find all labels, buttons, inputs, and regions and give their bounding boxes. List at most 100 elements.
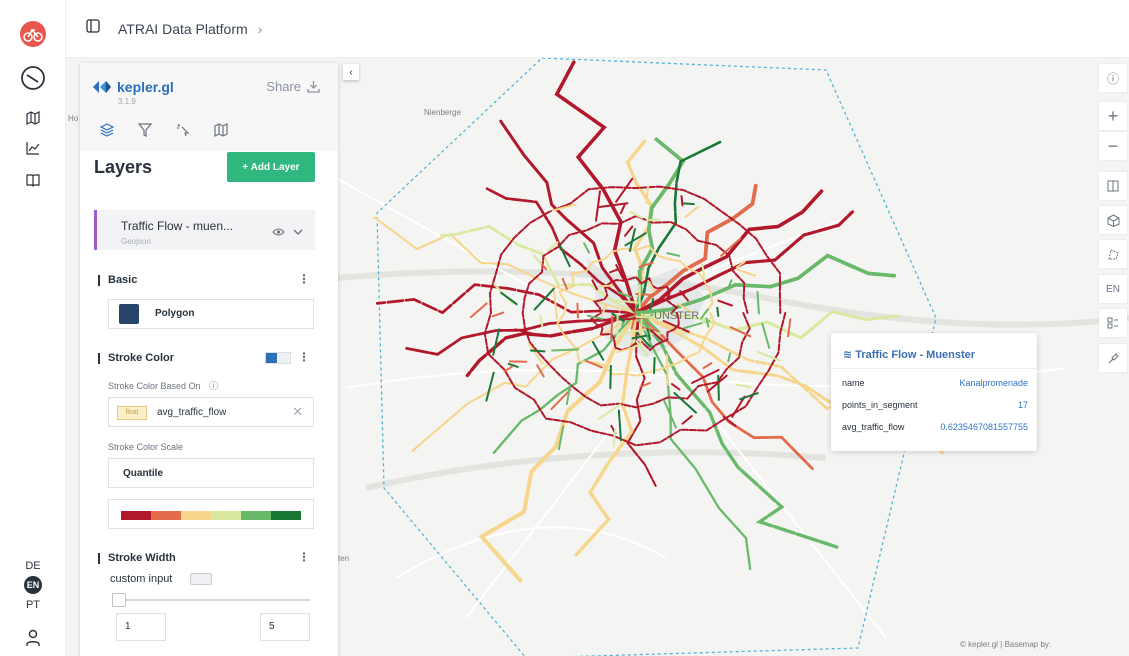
custom-input-toggle[interactable] bbox=[190, 573, 212, 585]
chart-icon[interactable] bbox=[17, 132, 49, 164]
map-language-button[interactable]: EN bbox=[1099, 275, 1127, 303]
street-segment bbox=[598, 403, 622, 420]
tooltip-key: avg_traffic_flow bbox=[842, 422, 905, 432]
street-segment bbox=[717, 299, 733, 307]
street-segment bbox=[583, 242, 590, 254]
tab-basemap-icon[interactable] bbox=[212, 121, 230, 139]
tooltip-value: 0.6235467081557755 bbox=[940, 422, 1028, 432]
street-segment bbox=[736, 268, 757, 277]
road-segment bbox=[634, 189, 824, 315]
layer-type: Geojson bbox=[121, 237, 151, 246]
clear-field-icon[interactable]: ✕ bbox=[292, 404, 303, 420]
color-ramp-swatch bbox=[151, 511, 181, 520]
map-icon[interactable] bbox=[17, 102, 49, 134]
stroke-color-toggle[interactable] bbox=[264, 351, 292, 365]
color-ramp-swatch bbox=[241, 511, 271, 520]
street-segment bbox=[612, 429, 617, 448]
breadcrumb[interactable]: ATRAI Data Platform bbox=[118, 21, 248, 37]
layers-title: Layers bbox=[94, 157, 153, 177]
3d-cube-icon[interactable] bbox=[1099, 206, 1127, 234]
basic-section-title[interactable]: Basic bbox=[98, 275, 137, 286]
street-segment bbox=[671, 383, 681, 391]
street-segment bbox=[683, 202, 695, 206]
book-icon[interactable] bbox=[17, 164, 49, 196]
map-attribution[interactable]: © kepler.gl | Basemap by: bbox=[960, 640, 1051, 649]
gauge-icon[interactable] bbox=[17, 62, 49, 94]
street-segment bbox=[680, 195, 684, 207]
stroke-width-slider-handle[interactable] bbox=[112, 593, 126, 607]
street-segment bbox=[739, 392, 759, 401]
info-icon[interactable]: ⓘ bbox=[209, 381, 218, 391]
tab-interactions-icon[interactable] bbox=[174, 121, 192, 139]
zoom-in-icon[interactable]: + bbox=[1099, 102, 1127, 130]
language-de[interactable]: DE bbox=[22, 557, 44, 575]
layer-type-selector[interactable]: Polygon bbox=[108, 299, 314, 329]
top-bar: ATRAI Data Platform › bbox=[66, 0, 1129, 58]
brush-icon[interactable] bbox=[1099, 344, 1127, 372]
stroke-width-more-icon[interactable]: ⋮ bbox=[298, 550, 310, 564]
split-map-icon[interactable] bbox=[1099, 172, 1127, 200]
stroke-color-more-icon[interactable]: ⋮ bbox=[298, 350, 310, 364]
street-segment bbox=[653, 356, 656, 375]
street-segment bbox=[761, 322, 771, 349]
street-segment bbox=[727, 352, 732, 363]
add-layer-button[interactable]: + Add Layer bbox=[227, 152, 315, 182]
chevron-down-icon[interactable] bbox=[293, 224, 303, 242]
layer-card[interactable]: Traffic Flow - muen... Geojson bbox=[94, 210, 315, 250]
color-ramp bbox=[121, 511, 301, 520]
tooltip-value: 17 bbox=[1017, 400, 1028, 410]
street-segment bbox=[617, 409, 622, 442]
sidebar-toggle-icon[interactable] bbox=[86, 19, 100, 38]
layer-type-label: Polygon bbox=[155, 308, 195, 319]
place-label-ho: Ho bbox=[68, 114, 79, 123]
tooltip-title: ≋ Traffic Flow - Muenster bbox=[843, 348, 975, 361]
road-segment bbox=[634, 311, 839, 549]
info-icon[interactable]: ⓘ bbox=[1099, 64, 1127, 92]
kepler-logo: kepler.gl bbox=[93, 79, 174, 95]
user-icon[interactable] bbox=[17, 622, 49, 654]
street-segment bbox=[615, 177, 634, 203]
place-label-ten: ten bbox=[338, 554, 350, 563]
tooltip-row: name Kanalpromenade bbox=[842, 378, 1028, 388]
basic-more-icon[interactable]: ⋮ bbox=[298, 272, 310, 286]
tooltip-value: Kanalpromenade bbox=[959, 378, 1028, 388]
stroke-width-slider-track[interactable] bbox=[116, 599, 310, 601]
tab-layers-icon[interactable] bbox=[98, 121, 116, 139]
street-segment bbox=[492, 328, 501, 356]
layer-name[interactable]: Traffic Flow - muen... bbox=[121, 219, 233, 233]
language-en[interactable]: EN bbox=[24, 576, 42, 594]
stroke-color-section-title[interactable]: Stroke Color bbox=[98, 353, 174, 364]
street-segment bbox=[532, 254, 543, 265]
download-icon bbox=[307, 81, 320, 93]
polygon-icon bbox=[119, 304, 139, 324]
street-segment bbox=[609, 364, 612, 390]
tooltip-key: name bbox=[842, 378, 865, 388]
bike-logo-icon[interactable] bbox=[17, 18, 49, 50]
color-scale-selector[interactable]: Quantile bbox=[108, 458, 314, 488]
eye-icon[interactable] bbox=[272, 224, 285, 242]
stroke-width-max-input[interactable]: 5 bbox=[260, 613, 310, 641]
street-segment bbox=[756, 291, 760, 315]
street-segment bbox=[529, 349, 546, 353]
stroke-width-section-title[interactable]: Stroke Width bbox=[98, 553, 176, 564]
language-pt[interactable]: PT bbox=[22, 596, 44, 614]
zoom-out-icon[interactable]: − bbox=[1099, 132, 1127, 160]
tab-filters-icon[interactable] bbox=[136, 121, 154, 139]
street-segment bbox=[635, 293, 653, 296]
share-button[interactable]: Share bbox=[266, 79, 320, 94]
tooltip-row: avg_traffic_flow 0.6235467081557755 bbox=[842, 422, 1028, 432]
draw-polygon-icon[interactable] bbox=[1099, 240, 1127, 268]
kepler-version: 3.1.9 bbox=[118, 97, 136, 106]
place-label-nienberge: Nienberge bbox=[424, 108, 461, 117]
color-ramp-swatch bbox=[211, 511, 241, 520]
stroke-width-min-input[interactable]: 1 bbox=[116, 613, 166, 641]
street-segment bbox=[491, 311, 505, 318]
street-segment bbox=[681, 415, 693, 425]
breadcrumb-chevron: › bbox=[257, 20, 263, 37]
street-segment bbox=[624, 232, 647, 247]
color-field-selector[interactable]: float avg_traffic_flow ✕ bbox=[108, 397, 314, 427]
field-name: avg_traffic_flow bbox=[157, 407, 227, 418]
collapse-panel-button[interactable]: ‹ bbox=[343, 64, 359, 80]
legend-icon[interactable] bbox=[1099, 309, 1127, 337]
color-ramp-selector[interactable] bbox=[108, 499, 314, 529]
